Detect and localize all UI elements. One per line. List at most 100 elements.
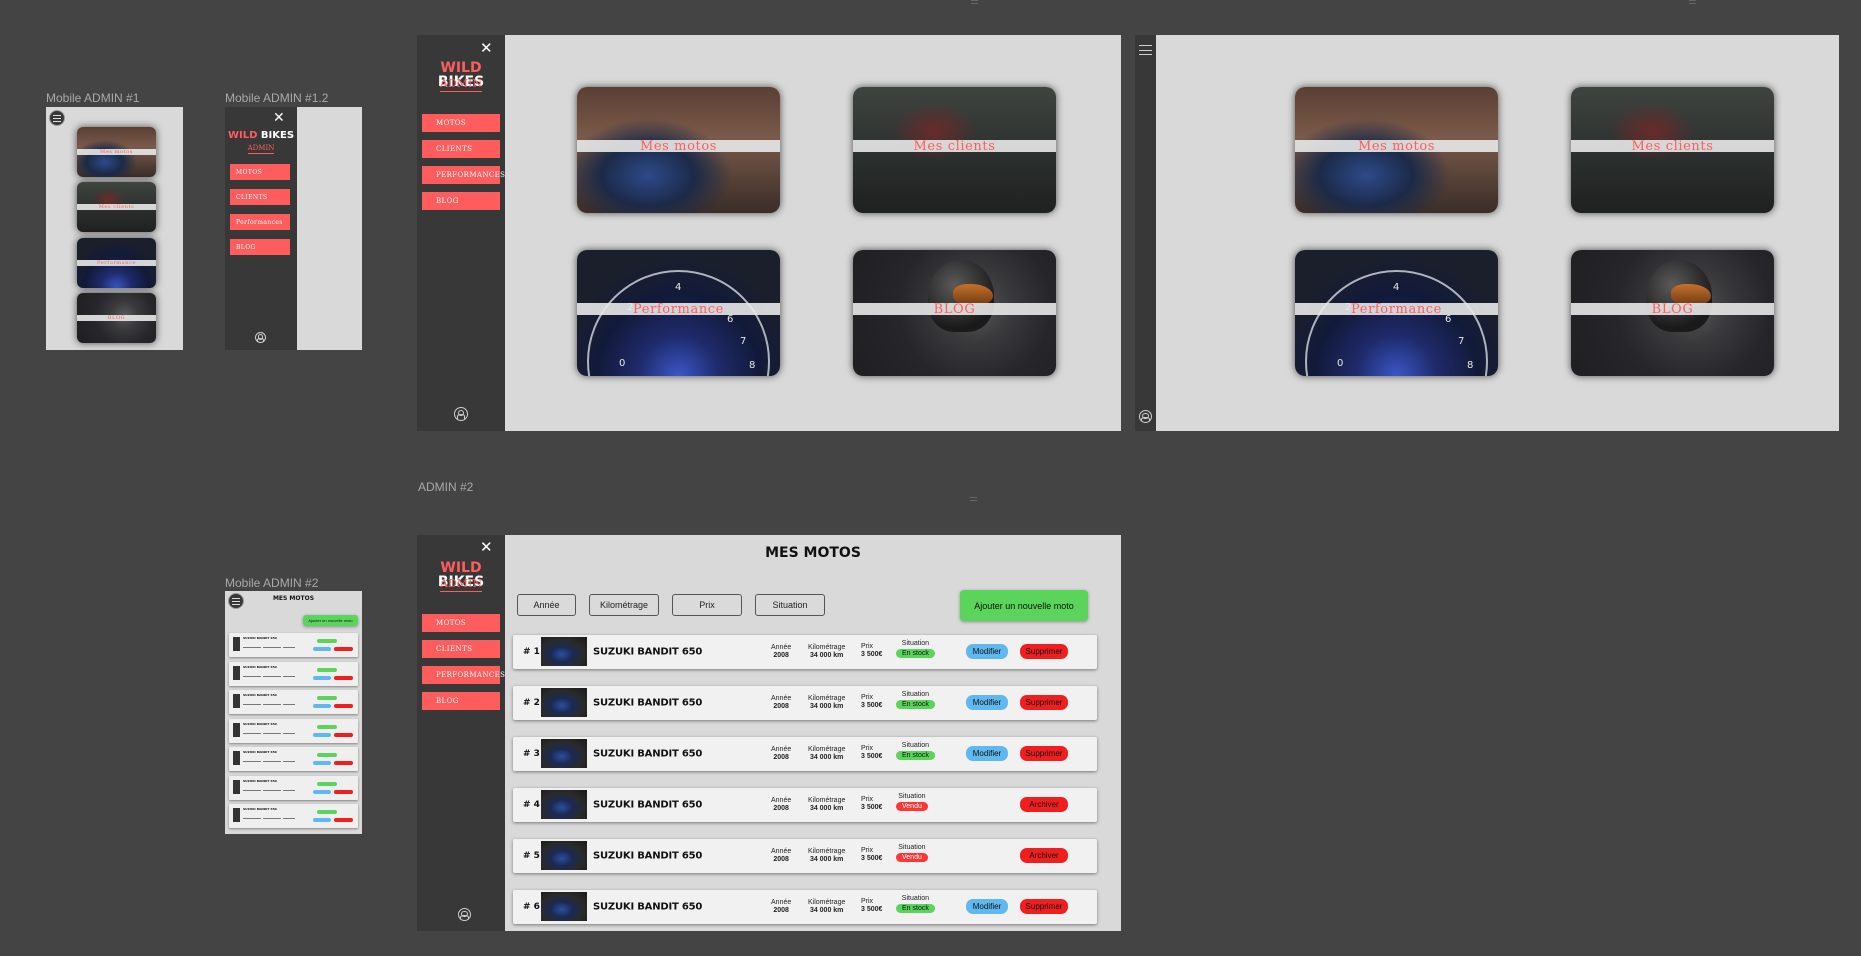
user-icon[interactable] <box>1139 410 1152 423</box>
mobile-field-line <box>283 761 295 762</box>
mobile-admin-1-2-frame: ✕ WILD BIKES ADMIN MOTOS CLIENTS Perform… <box>225 107 362 350</box>
tile-label: Mes motos <box>1295 139 1498 154</box>
mobile-delete-button[interactable] <box>334 675 353 680</box>
close-icon[interactable]: ✕ <box>273 111 285 125</box>
km-value: 34 000 km <box>809 652 844 659</box>
moto-thumbnail <box>233 722 240 737</box>
mobile-tile-performance[interactable]: Performance <box>77 238 156 288</box>
nav-item-clients[interactable]: CLIENTS <box>230 189 290 205</box>
mobile-moto-row[interactable]: SUZUKI BANDIT 650 <box>229 775 358 800</box>
mobile-delete-button[interactable] <box>334 704 353 708</box>
filter-kilometrage[interactable]: Kilométrage <box>589 594 659 616</box>
nav-item-blog[interactable]: BLOG <box>230 239 290 255</box>
mobile-modify-button[interactable] <box>313 675 331 680</box>
mobile-modify-button[interactable] <box>313 732 331 737</box>
mobile-modify-button[interactable] <box>313 789 331 794</box>
mobile-delete-button[interactable] <box>334 818 353 822</box>
moto-row[interactable]: # 3 SUZUKI BANDIT 650 Année 2008 Kilométrage… <box>513 737 1097 771</box>
status-field: Situation En stock <box>896 742 935 760</box>
year-label: Année <box>771 797 792 804</box>
archive-button[interactable]: Archiver <box>1020 797 1068 812</box>
filter-annee[interactable]: Année <box>517 594 576 616</box>
user-icon[interactable] <box>255 332 266 343</box>
brand-admin: ADMIN <box>440 577 482 592</box>
nav-item-clients[interactable]: CLIENTS <box>422 140 500 158</box>
tile-label: Performance <box>1295 302 1498 317</box>
nav-item-blog[interactable]: BLOG <box>422 692 500 710</box>
mobile-delete-button[interactable] <box>334 761 353 765</box>
mobile-field-line <box>243 675 261 677</box>
mobile-moto-row[interactable]: SUZUKI BANDIT 650 <box>229 661 358 686</box>
moto-thumbnail <box>233 665 240 680</box>
mobile-moto-row[interactable]: SUZUKI BANDIT 650 <box>229 804 358 828</box>
mobile-field-line <box>263 789 281 791</box>
status-badge: En stock <box>896 700 935 709</box>
price-field: Prix 3 500€ <box>861 745 882 761</box>
mobile-moto-row[interactable]: SUZUKI BANDIT 650 <box>229 633 358 657</box>
nav-item-motos[interactable]: MOTOS <box>422 614 500 632</box>
mobile-modify-button[interactable] <box>313 704 331 708</box>
tile-mes-motos[interactable]: Mes motos <box>1295 87 1498 213</box>
delete-button[interactable]: Supprimer <box>1020 644 1068 659</box>
modify-button[interactable]: Modifier <box>966 644 1008 659</box>
delete-button[interactable]: Supprimer <box>1020 695 1068 710</box>
tile-blog[interactable]: BLOG <box>853 250 1056 376</box>
km-label: Kilométrage <box>808 695 846 702</box>
tile-mes-motos[interactable]: Mes motos <box>577 87 780 213</box>
price-label: Prix <box>861 847 874 854</box>
nav-item-performances[interactable]: PERFORMANCES <box>422 666 505 684</box>
mobile-tile-blog[interactable]: BLOG <box>77 293 156 343</box>
nav-item-motos[interactable]: MOTOS <box>422 114 500 132</box>
mobile-moto-row[interactable]: SUZUKI BANDIT 650 <box>229 747 358 771</box>
tile-blog[interactable]: BLOG <box>1571 250 1774 376</box>
mobile-delete-button[interactable] <box>334 732 353 737</box>
user-icon[interactable] <box>454 407 468 421</box>
status-label: Situation <box>901 691 930 698</box>
moto-thumbnail <box>541 892 587 921</box>
modify-button[interactable]: Modifier <box>966 899 1008 914</box>
filter-prix[interactable]: Prix <box>672 594 742 616</box>
nav-item-motos[interactable]: MOTOS <box>230 164 290 180</box>
menu-icon[interactable] <box>49 110 65 126</box>
nav-item-performances[interactable]: PERFORMANCES <box>422 166 505 184</box>
mobile-modify-button[interactable] <box>313 647 331 651</box>
moto-row[interactable]: # 4 SUZUKI BANDIT 650 Année 2008 Kilométrage… <box>513 788 1097 822</box>
moto-row[interactable]: # 6 SUZUKI BANDIT 650 Année 2008 Kilométrage… <box>513 890 1097 924</box>
delete-button[interactable]: Supprimer <box>1020 899 1068 914</box>
mobile-modify-button[interactable] <box>313 818 331 822</box>
km-label: Kilométrage <box>808 746 846 753</box>
mobile-add-moto-button[interactable]: Ajouter un nouvelle moto <box>303 615 358 626</box>
mobile-moto-row[interactable]: SUZUKI BANDIT 650 <box>229 718 358 743</box>
mobile-delete-button[interactable] <box>334 789 353 794</box>
tile-performance[interactable]: 0 2 4 6 7 8 Performance <box>1295 250 1498 376</box>
menu-icon[interactable] <box>1139 45 1152 55</box>
user-icon[interactable] <box>458 908 471 921</box>
moto-row[interactable]: # 1 SUZUKI BANDIT 650 Année 2008 Kilométrage… <box>513 635 1097 669</box>
add-moto-button[interactable]: Ajouter un nouvelle moto <box>960 590 1088 621</box>
modify-button[interactable]: Modifier <box>966 695 1008 710</box>
filter-situation[interactable]: Situation <box>755 594 825 616</box>
moto-row[interactable]: # 2 SUZUKI BANDIT 650 Année 2008 Kilométrage… <box>513 686 1097 720</box>
close-icon[interactable]: ✕ <box>480 41 493 56</box>
moto-row[interactable]: # 5 SUZUKI BANDIT 650 Année 2008 Kilométrage… <box>513 839 1097 873</box>
mobile-delete-button[interactable] <box>334 647 353 651</box>
tile-mes-clients[interactable]: Mes clients <box>853 87 1056 213</box>
tile-performance[interactable]: 0 2 4 6 7 8 Performance <box>577 250 780 376</box>
delete-button[interactable]: Supprimer <box>1020 746 1068 761</box>
close-icon[interactable]: ✕ <box>480 540 493 555</box>
km-label: Kilométrage <box>808 797 846 804</box>
mobile-modify-button[interactable] <box>313 761 331 765</box>
nav-item-clients[interactable]: CLIENTS <box>422 640 500 658</box>
mobile-tile-motos[interactable]: Mes motos <box>77 127 156 177</box>
nav-item-performances[interactable]: Performances <box>230 214 290 230</box>
mobile-moto-row[interactable]: SUZUKI BANDIT 650 <box>229 690 358 714</box>
archive-button[interactable]: Archiver <box>1020 848 1068 863</box>
nav-item-blog[interactable]: BLOG <box>422 192 500 210</box>
mobile-field-line <box>283 789 295 791</box>
tile-mes-clients[interactable]: Mes clients <box>1571 87 1774 213</box>
mobile-field-line <box>263 675 281 677</box>
modify-button[interactable]: Modifier <box>966 746 1008 761</box>
resize-handle <box>970 497 977 501</box>
mobile-field-line <box>263 818 281 819</box>
mobile-tile-clients[interactable]: Mes clients <box>77 182 156 232</box>
